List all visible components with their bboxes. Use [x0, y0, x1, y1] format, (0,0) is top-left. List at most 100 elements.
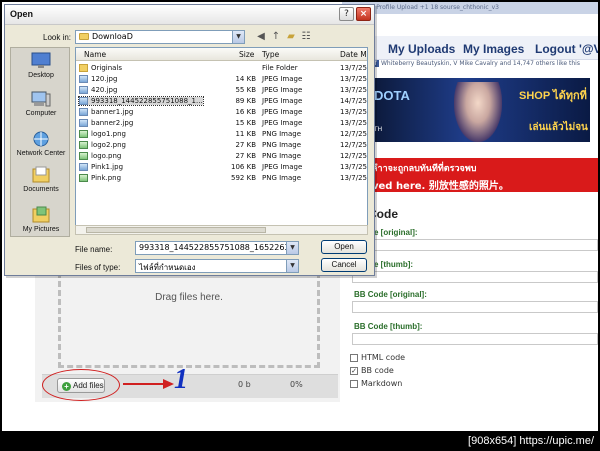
file-name[interactable]: 420.jpg — [79, 86, 117, 94]
cancel-button[interactable]: Cancel — [321, 258, 367, 272]
png-icon — [79, 141, 88, 149]
file-date: 12/7/255 — [340, 141, 367, 149]
close-button[interactable]: × — [356, 7, 371, 21]
bb-code-checkbox[interactable]: ✓ — [350, 366, 358, 375]
place-computer[interactable]: Computer — [11, 90, 71, 117]
place-documents[interactable]: Documents — [11, 166, 71, 193]
file-name-text: Pink.png — [91, 174, 122, 182]
file-name-text: logo.png — [91, 152, 122, 160]
html-code-option[interactable]: HTML code — [350, 353, 405, 362]
ad-banner[interactable]: DOTA SHOP ได้ทุกที่ เล่นแล้วไม่จน .TH — [364, 78, 590, 142]
views-menu-icon[interactable]: ☷ — [300, 31, 312, 43]
file-type-label: Files of type: — [75, 263, 121, 272]
file-row[interactable]: banner1.jpg 16 KB JPEG Image 13/7/255 — [76, 107, 367, 118]
markdown-option[interactable]: Markdown — [350, 379, 402, 388]
place-network-label: Network Center — [16, 150, 66, 157]
horizontal-scrollbar[interactable] — [75, 225, 368, 235]
logout-link[interactable]: Logout '@V — [535, 42, 598, 56]
png-icon — [79, 174, 88, 182]
column-date[interactable]: Date Mo — [340, 50, 367, 59]
file-name[interactable]: logo2.png — [79, 141, 126, 149]
scrollbar-thumb[interactable] — [86, 227, 266, 233]
place-network[interactable]: Network Center — [11, 130, 71, 157]
file-name-field[interactable]: 993318_144522855751088_1652263758_n.jpg▼ — [135, 241, 299, 255]
column-size[interactable]: Size — [239, 50, 254, 59]
file-size: 14 KB — [235, 75, 256, 83]
my-uploads-link[interactable]: My Uploads — [388, 42, 455, 56]
place-pictures[interactable]: My Pictures — [11, 206, 71, 233]
file-row[interactable]: 993318_144522855751088_1... 89 KB JPEG Ima… — [76, 96, 367, 107]
file-row[interactable]: logo1.png 11 KB PNG Image 12/7/255 — [76, 129, 367, 140]
annotation-arrow-icon — [123, 379, 174, 389]
markdown-checkbox[interactable] — [350, 379, 358, 388]
file-date: 13/7/255 — [340, 64, 367, 72]
annotation-circle — [42, 369, 120, 401]
file-name[interactable]: 993318_144522855751088_1... — [78, 96, 204, 106]
file-name[interactable]: Originals — [79, 64, 122, 72]
file-name[interactable]: logo1.png — [79, 130, 126, 138]
file-name-text: 420.jpg — [91, 86, 118, 94]
code-field-thumb[interactable] — [352, 271, 598, 283]
open-button[interactable]: Open — [321, 240, 367, 254]
bb-code-option[interactable]: ✓ BB code — [350, 366, 394, 375]
top-link-strip: Home My Profile Upload +1 18 sourse_chth… — [342, 2, 598, 14]
file-name[interactable]: banner2.jpg — [79, 119, 133, 127]
file-row[interactable]: Pink1.jpg 106 KB JPEG Image 13/7/255 — [76, 162, 367, 173]
network-icon — [33, 131, 49, 147]
new-folder-icon[interactable]: ▰ — [285, 31, 297, 43]
file-type: File Folder — [262, 64, 298, 72]
file-type: PNG Image — [262, 141, 302, 149]
file-list[interactable]: Name Size Type Date Mo Originals File Fol… — [75, 47, 368, 235]
file-name[interactable]: Pink1.jpg — [79, 163, 123, 171]
file-type: JPEG Image — [262, 97, 303, 105]
file-name[interactable]: Pink.png — [79, 174, 121, 182]
drop-zone-text: Drag files here. — [155, 292, 223, 303]
nav-bar: My Uploads My Images Logout '@V — [342, 36, 598, 60]
file-name[interactable]: logo.png — [79, 152, 121, 160]
bbcode-field-thumb[interactable] — [352, 333, 598, 345]
file-row[interactable]: Originals File Folder 13/7/255 — [76, 63, 367, 74]
file-size: 27 KB — [235, 141, 256, 149]
file-row[interactable]: banner2.jpg 15 KB JPEG Image 13/7/255 — [76, 118, 367, 129]
file-name-text: logo1.png — [91, 130, 126, 138]
dialog-titlebar[interactable]: Open ? × — [5, 5, 374, 25]
file-name-text: banner2.jpg — [91, 119, 134, 127]
file-row[interactable]: logo2.png 27 KB PNG Image 12/7/255 — [76, 140, 367, 151]
file-type-select[interactable]: ไฟล์ที่กำหนดเอง ▼ — [135, 259, 299, 273]
up-folder-icon[interactable]: ↑ — [270, 31, 282, 43]
jpeg-icon — [79, 108, 88, 116]
file-size: 27 KB — [235, 152, 256, 160]
file-date: 12/7/255 — [340, 152, 367, 160]
file-name-value: 993318_144522855751088_1652263758_n.jpg — [139, 243, 298, 252]
file-name-text: Originals — [91, 64, 123, 72]
place-desktop[interactable]: Desktop — [11, 52, 71, 79]
file-name[interactable]: 120.jpg — [79, 75, 117, 83]
file-row[interactable]: 120.jpg 14 KB JPEG Image 13/7/255 — [76, 74, 367, 85]
help-button[interactable]: ? — [339, 7, 354, 21]
annotation-step-number: 1 — [174, 364, 188, 395]
chevron-down-icon[interactable]: ▼ — [286, 242, 298, 254]
file-name[interactable]: banner1.jpg — [79, 108, 133, 116]
file-type: JPEG Image — [262, 75, 303, 83]
look-in-combo[interactable]: DownloaD ▼ — [75, 30, 245, 44]
png-icon — [79, 152, 88, 160]
file-row[interactable]: 420.jpg 55 KB JPEG Image 13/7/255 — [76, 85, 367, 96]
file-date: 13/7/255 — [340, 174, 367, 182]
file-name-text: 993318_144522855751088_1... — [91, 97, 203, 105]
file-row[interactable]: Pink.png 592 KB PNG Image 13/7/255 — [76, 173, 367, 184]
code-field-original[interactable] — [352, 239, 598, 251]
chevron-down-icon[interactable]: ▼ — [286, 260, 298, 272]
back-icon[interactable]: ◀ — [255, 31, 267, 43]
file-size: 11 KB — [235, 130, 256, 138]
file-date: 13/7/255 — [340, 86, 367, 94]
file-row[interactable]: logo.png 27 KB PNG Image 12/7/255 — [76, 151, 367, 162]
file-type: JPEG Image — [262, 86, 303, 94]
bbcode-field-original[interactable] — [352, 301, 598, 313]
drop-zone[interactable]: Drag files here. — [58, 272, 320, 368]
my-images-link[interactable]: My Images — [463, 42, 524, 56]
html-code-checkbox[interactable] — [350, 353, 358, 362]
column-name[interactable]: Name — [84, 50, 106, 59]
file-date: 12/7/255 — [340, 130, 367, 138]
chevron-down-icon[interactable]: ▼ — [232, 31, 244, 43]
column-type[interactable]: Type — [262, 50, 279, 59]
